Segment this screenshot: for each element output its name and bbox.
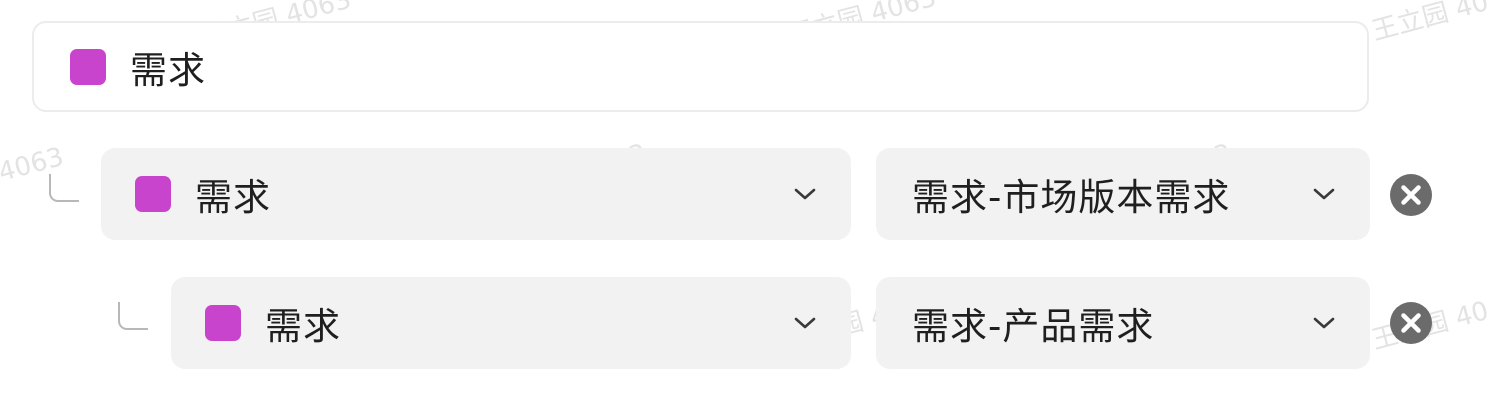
- chevron-down-icon: [794, 188, 816, 200]
- root-type-field[interactable]: 需求: [32, 21, 1369, 112]
- close-circle-icon[interactable]: [1389, 173, 1433, 217]
- root-type-color-swatch: [70, 48, 106, 85]
- type-color-swatch: [135, 176, 171, 212]
- chevron-down-icon: [1313, 188, 1335, 200]
- watermark: 王立园 40: [1368, 0, 1492, 47]
- type-label: 需求: [265, 305, 341, 348]
- chevron-down-icon: [1313, 317, 1335, 329]
- category-label: 需求-产品需求: [912, 305, 1155, 348]
- row-1-type-select[interactable]: 需求: [101, 148, 851, 240]
- row-1-category-select[interactable]: 需求-市场版本需求: [876, 148, 1370, 240]
- row-2-category-select[interactable]: 需求-产品需求: [876, 277, 1370, 369]
- close-circle-icon[interactable]: [1389, 301, 1433, 345]
- category-label: 需求-市场版本需求: [912, 176, 1231, 219]
- type-color-swatch: [205, 305, 241, 341]
- tree-connector: [118, 302, 148, 330]
- chevron-down-icon: [794, 317, 816, 329]
- row-2-type-select[interactable]: 需求: [171, 277, 851, 369]
- root-type-label: 需求: [130, 48, 206, 92]
- tree-connector: [49, 174, 79, 202]
- work-item-type-tree: 王立园 4063 王立园 4063 王立园 40 4063 王立园 4063 王…: [0, 0, 1492, 402]
- type-label: 需求: [195, 176, 271, 219]
